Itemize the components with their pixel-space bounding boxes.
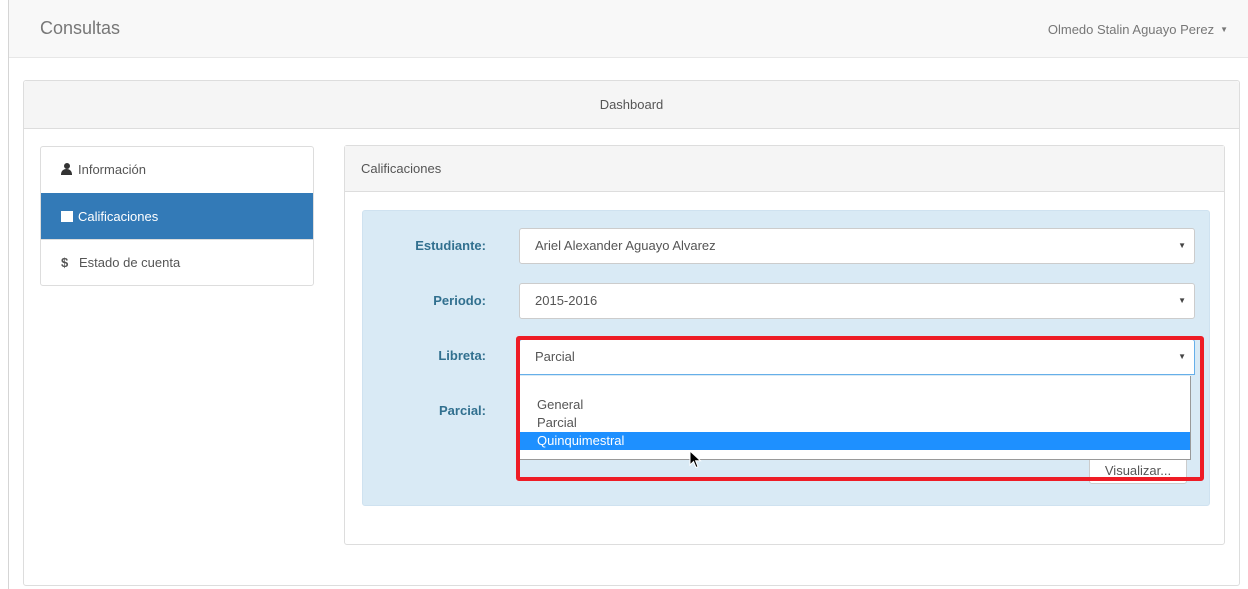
user-menu[interactable]: Olmedo Stalin Aguayo Perez ▼ (1048, 22, 1228, 37)
brand-title[interactable]: Consultas (40, 18, 120, 39)
option-parcial[interactable]: Parcial (520, 414, 1190, 432)
frame-left-edge (8, 0, 9, 589)
user-name: Olmedo Stalin Aguayo Perez (1047, 22, 1215, 37)
dollar-icon: $ (61, 255, 69, 270)
user-icon (61, 163, 72, 175)
sidebar-item-label: Calificaciones (78, 209, 159, 224)
sidebar-item-estado-de-cuenta[interactable]: $ Estado de cuenta (41, 239, 313, 285)
libreta-value: Parcial (535, 349, 575, 364)
visualizar-button[interactable]: Visualizar... (1089, 457, 1187, 484)
periodo-label: Periodo: (433, 293, 486, 308)
dropdown-spacer (520, 376, 1190, 396)
sidebar-menu: Información Calificaciones $ Estado de cu… (40, 146, 314, 286)
estudiante-select[interactable]: Ariel Alexander Aguayo Alvarez ▼ (519, 228, 1195, 264)
chevron-down-icon: ▼ (1178, 352, 1186, 361)
periodo-value: 2015-2016 (535, 293, 598, 308)
libreta-dropdown-list: General Parcial Quinquimestral (519, 376, 1191, 460)
option-quinquimestral[interactable]: Quinquimestral (520, 432, 1190, 450)
chevron-down-icon: ▼ (1178, 296, 1186, 305)
estudiante-value: Ariel Alexander Aguayo Alvarez (535, 238, 716, 253)
dashboard-heading: Dashboard (24, 81, 1239, 129)
libreta-label: Libreta: (438, 348, 486, 363)
estudiante-label: Estudiante: (415, 238, 486, 253)
mouse-pointer-icon (689, 450, 702, 469)
sidebar-item-label: Información (78, 162, 146, 177)
sidebar-item-informacion[interactable]: Información (41, 147, 313, 193)
libreta-select[interactable]: Parcial ▼ (519, 339, 1195, 375)
chevron-down-icon: ▼ (1178, 241, 1186, 250)
sidebar-item-calificaciones[interactable]: Calificaciones (41, 193, 313, 239)
sidebar-item-label: Estado de cuenta (79, 255, 181, 270)
parcial-label: Parcial: (439, 403, 486, 418)
table-icon (61, 211, 73, 222)
option-general[interactable]: General (520, 396, 1190, 414)
periodo-select[interactable]: 2015-2016 ▼ (519, 283, 1195, 319)
top-navbar: Consultas Olmedo Stalin Aguayo Perez ▼ (9, 0, 1248, 58)
caret-down-icon: ▼ (1220, 25, 1228, 34)
calificaciones-heading: Calificaciones (345, 146, 1224, 192)
